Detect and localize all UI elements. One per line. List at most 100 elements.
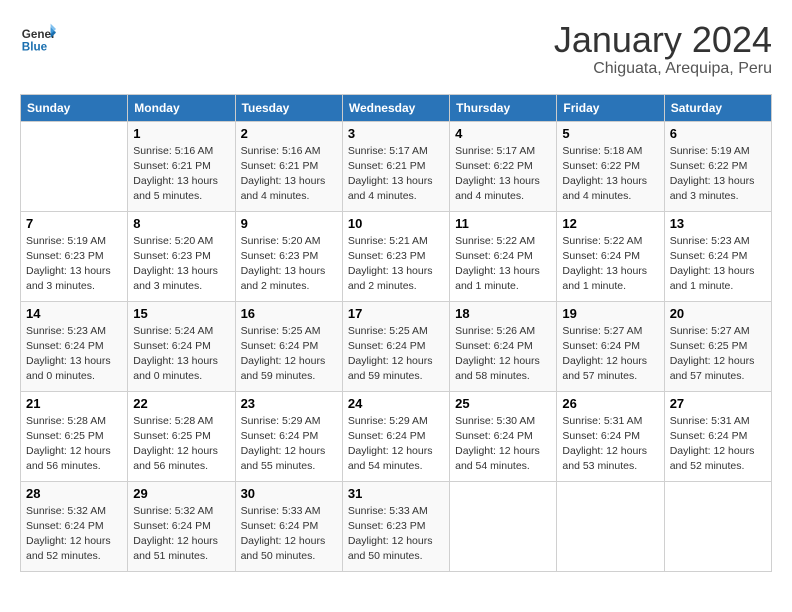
day-cell: 7 Sunrise: 5:19 AM Sunset: 6:23 PM Daylig… <box>21 211 128 301</box>
week-row-3: 14 Sunrise: 5:23 AM Sunset: 6:24 PM Dayli… <box>21 301 772 391</box>
month-title: January 2024 <box>554 20 772 60</box>
day-number: 20 <box>670 306 766 321</box>
day-info: Sunrise: 5:31 AM Sunset: 6:24 PM Dayligh… <box>670 414 766 475</box>
day-number: 23 <box>241 396 337 411</box>
day-info: Sunrise: 5:23 AM Sunset: 6:24 PM Dayligh… <box>670 234 766 295</box>
day-number: 26 <box>562 396 658 411</box>
day-info: Sunrise: 5:20 AM Sunset: 6:23 PM Dayligh… <box>241 234 337 295</box>
logo-icon: General Blue <box>20 20 56 56</box>
day-number: 27 <box>670 396 766 411</box>
day-number: 5 <box>562 126 658 141</box>
day-info: Sunrise: 5:25 AM Sunset: 6:24 PM Dayligh… <box>348 324 444 385</box>
day-number: 6 <box>670 126 766 141</box>
day-number: 7 <box>26 216 122 231</box>
week-row-2: 7 Sunrise: 5:19 AM Sunset: 6:23 PM Daylig… <box>21 211 772 301</box>
day-info: Sunrise: 5:29 AM Sunset: 6:24 PM Dayligh… <box>241 414 337 475</box>
day-info: Sunrise: 5:26 AM Sunset: 6:24 PM Dayligh… <box>455 324 551 385</box>
day-cell: 20 Sunrise: 5:27 AM Sunset: 6:25 PM Dayli… <box>664 301 771 391</box>
day-cell: 6Sunrise: 5:19 AM Sunset: 6:22 PM Daylig… <box>664 121 771 211</box>
day-cell: 17 Sunrise: 5:25 AM Sunset: 6:24 PM Dayli… <box>342 301 449 391</box>
col-header-wednesday: Wednesday <box>342 94 449 121</box>
day-number: 30 <box>241 486 337 501</box>
day-info: Sunrise: 5:17 AM Sunset: 6:22 PM Dayligh… <box>455 144 551 205</box>
day-info: Sunrise: 5:18 AM Sunset: 6:22 PM Dayligh… <box>562 144 658 205</box>
day-cell: 10 Sunrise: 5:21 AM Sunset: 6:23 PM Dayli… <box>342 211 449 301</box>
day-cell: 18 Sunrise: 5:26 AM Sunset: 6:24 PM Dayli… <box>450 301 557 391</box>
day-cell: 28 Sunrise: 5:32 AM Sunset: 6:24 PM Dayli… <box>21 481 128 571</box>
day-info: Sunrise: 5:27 AM Sunset: 6:24 PM Dayligh… <box>562 324 658 385</box>
day-info: Sunrise: 5:23 AM Sunset: 6:24 PM Dayligh… <box>26 324 122 385</box>
day-number: 28 <box>26 486 122 501</box>
day-cell: 30 Sunrise: 5:33 AM Sunset: 6:24 PM Dayli… <box>235 481 342 571</box>
location: Chiguata, Arequipa, Peru <box>554 60 772 78</box>
day-number: 14 <box>26 306 122 321</box>
day-number: 18 <box>455 306 551 321</box>
day-cell: 25Sunrise: 5:30 AM Sunset: 6:24 PM Dayli… <box>450 391 557 481</box>
day-cell: 12Sunrise: 5:22 AM Sunset: 6:24 PM Dayli… <box>557 211 664 301</box>
day-info: Sunrise: 5:24 AM Sunset: 6:24 PM Dayligh… <box>133 324 229 385</box>
day-number: 24 <box>348 396 444 411</box>
day-cell <box>557 481 664 571</box>
title-block: January 2024 Chiguata, Arequipa, Peru <box>554 20 772 78</box>
day-number: 31 <box>348 486 444 501</box>
col-header-sunday: Sunday <box>21 94 128 121</box>
page-header: General Blue January 2024 Chiguata, Areq… <box>20 20 772 78</box>
day-cell: 13 Sunrise: 5:23 AM Sunset: 6:24 PM Dayli… <box>664 211 771 301</box>
day-info: Sunrise: 5:16 AM Sunset: 6:21 PM Dayligh… <box>133 144 229 205</box>
day-cell: 2Sunrise: 5:16 AM Sunset: 6:21 PM Daylig… <box>235 121 342 211</box>
day-number: 21 <box>26 396 122 411</box>
day-cell: 16Sunrise: 5:25 AM Sunset: 6:24 PM Dayli… <box>235 301 342 391</box>
day-number: 8 <box>133 216 229 231</box>
day-cell: 27 Sunrise: 5:31 AM Sunset: 6:24 PM Dayli… <box>664 391 771 481</box>
day-info: Sunrise: 5:32 AM Sunset: 6:24 PM Dayligh… <box>26 504 122 565</box>
calendar-table: SundayMondayTuesdayWednesdayThursdayFrid… <box>20 94 772 572</box>
day-number: 25 <box>455 396 551 411</box>
day-number: 11 <box>455 216 551 231</box>
day-cell: 11 Sunrise: 5:22 AM Sunset: 6:24 PM Dayli… <box>450 211 557 301</box>
day-info: Sunrise: 5:33 AM Sunset: 6:24 PM Dayligh… <box>241 504 337 565</box>
col-header-thursday: Thursday <box>450 94 557 121</box>
day-info: Sunrise: 5:25 AM Sunset: 6:24 PM Dayligh… <box>241 324 337 385</box>
day-info: Sunrise: 5:33 AM Sunset: 6:23 PM Dayligh… <box>348 504 444 565</box>
day-info: Sunrise: 5:19 AM Sunset: 6:23 PM Dayligh… <box>26 234 122 295</box>
day-info: Sunrise: 5:29 AM Sunset: 6:24 PM Dayligh… <box>348 414 444 475</box>
day-cell: 26 Sunrise: 5:31 AM Sunset: 6:24 PM Dayli… <box>557 391 664 481</box>
week-row-4: 21 Sunrise: 5:28 AM Sunset: 6:25 PM Dayli… <box>21 391 772 481</box>
day-cell: 9Sunrise: 5:20 AM Sunset: 6:23 PM Daylig… <box>235 211 342 301</box>
day-number: 22 <box>133 396 229 411</box>
day-cell: 4Sunrise: 5:17 AM Sunset: 6:22 PM Daylig… <box>450 121 557 211</box>
day-number: 17 <box>348 306 444 321</box>
day-number: 3 <box>348 126 444 141</box>
day-info: Sunrise: 5:31 AM Sunset: 6:24 PM Dayligh… <box>562 414 658 475</box>
day-cell <box>450 481 557 571</box>
calendar-body: 1 Sunrise: 5:16 AM Sunset: 6:21 PM Daylig… <box>21 121 772 571</box>
day-info: Sunrise: 5:17 AM Sunset: 6:21 PM Dayligh… <box>348 144 444 205</box>
col-header-friday: Friday <box>557 94 664 121</box>
day-number: 19 <box>562 306 658 321</box>
day-number: 2 <box>241 126 337 141</box>
day-info: Sunrise: 5:32 AM Sunset: 6:24 PM Dayligh… <box>133 504 229 565</box>
day-cell <box>664 481 771 571</box>
day-info: Sunrise: 5:22 AM Sunset: 6:24 PM Dayligh… <box>562 234 658 295</box>
day-number: 1 <box>133 126 229 141</box>
day-info: Sunrise: 5:22 AM Sunset: 6:24 PM Dayligh… <box>455 234 551 295</box>
day-cell: 31 Sunrise: 5:33 AM Sunset: 6:23 PM Dayli… <box>342 481 449 571</box>
day-cell: 19 Sunrise: 5:27 AM Sunset: 6:24 PM Dayli… <box>557 301 664 391</box>
week-row-1: 1 Sunrise: 5:16 AM Sunset: 6:21 PM Daylig… <box>21 121 772 211</box>
col-header-saturday: Saturday <box>664 94 771 121</box>
col-header-monday: Monday <box>128 94 235 121</box>
day-info: Sunrise: 5:20 AM Sunset: 6:23 PM Dayligh… <box>133 234 229 295</box>
svg-text:Blue: Blue <box>22 41 48 54</box>
day-cell: 29Sunrise: 5:32 AM Sunset: 6:24 PM Dayli… <box>128 481 235 571</box>
day-number: 13 <box>670 216 766 231</box>
logo: General Blue <box>20 20 56 56</box>
day-info: Sunrise: 5:28 AM Sunset: 6:25 PM Dayligh… <box>133 414 229 475</box>
day-info: Sunrise: 5:21 AM Sunset: 6:23 PM Dayligh… <box>348 234 444 295</box>
day-cell: 23 Sunrise: 5:29 AM Sunset: 6:24 PM Dayli… <box>235 391 342 481</box>
day-info: Sunrise: 5:28 AM Sunset: 6:25 PM Dayligh… <box>26 414 122 475</box>
column-headers-row: SundayMondayTuesdayWednesdayThursdayFrid… <box>21 94 772 121</box>
day-info: Sunrise: 5:27 AM Sunset: 6:25 PM Dayligh… <box>670 324 766 385</box>
day-cell: 5 Sunrise: 5:18 AM Sunset: 6:22 PM Daylig… <box>557 121 664 211</box>
day-number: 10 <box>348 216 444 231</box>
day-cell: 24 Sunrise: 5:29 AM Sunset: 6:24 PM Dayli… <box>342 391 449 481</box>
